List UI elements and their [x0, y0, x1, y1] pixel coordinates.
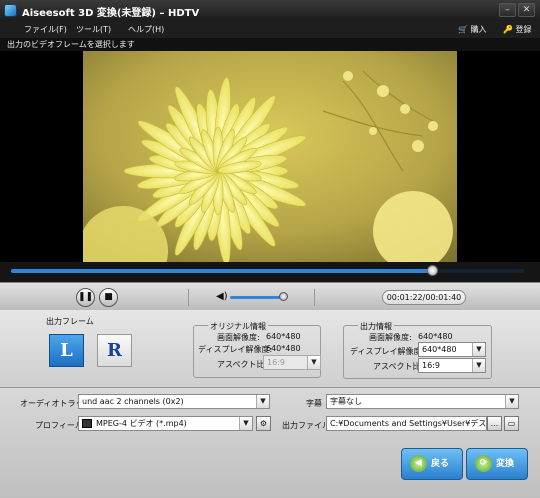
subtitle-value: 字幕なし — [330, 397, 362, 406]
divider — [314, 289, 315, 306]
seek-bar[interactable] — [0, 262, 540, 282]
chevron-down-icon: ▼ — [256, 395, 269, 408]
app-window: Aiseesoft 3D 変換(未登録) – HDTV – ✕ ファイル(F) … — [0, 0, 540, 498]
orig-screen-res-value: 640*480 — [266, 332, 301, 341]
hint-text: 出力のビデオフレームを選択します — [0, 38, 540, 51]
convert-label: 変換 — [496, 459, 515, 469]
subtitle-select[interactable]: 字幕なし ▼ — [326, 394, 519, 409]
output-file-value: C:¥Documents and Settings¥User¥デスクトップ — [330, 419, 487, 428]
menu-tools[interactable]: ツール(T) — [76, 24, 111, 35]
output-info-title: 出力情報 — [358, 321, 394, 332]
orig-aspect-label: アスペクト比: — [217, 360, 268, 369]
chevron-down-icon: ▼ — [472, 343, 485, 356]
back-arrow-icon: ◀ — [410, 455, 427, 472]
back-button[interactable]: ◀ 戻る — [401, 448, 463, 480]
out-aspect-label: アスペクト比: — [373, 362, 424, 371]
open-folder-button[interactable]: ▭ — [504, 416, 519, 431]
flower-preview-image — [83, 51, 457, 262]
volume-slider[interactable] — [230, 296, 286, 299]
volume-handle[interactable] — [279, 292, 288, 301]
convert-icon: ⟳ — [475, 455, 492, 472]
video-format-icon — [82, 419, 92, 428]
left-frame-button[interactable]: L — [49, 334, 84, 367]
profile-value: MPEG-4 ビデオ (*.mp4) — [96, 419, 187, 428]
seek-handle[interactable] — [426, 265, 438, 276]
seek-track[interactable] — [11, 265, 524, 276]
output-file-field[interactable]: C:¥Documents and Settings¥User¥デスクトップ — [326, 416, 487, 431]
folder-icon: ▭ — [507, 419, 516, 428]
menu-help[interactable]: ヘルプ(H) — [128, 24, 164, 35]
divider — [188, 289, 189, 306]
out-aspect-value: 16:9 — [422, 361, 440, 370]
out-screen-res-label: 画面解像度: — [369, 333, 412, 342]
orig-display-res-value: 640*480 — [266, 344, 301, 353]
orig-display-res-label: ディスプレイ解像度: — [198, 345, 273, 354]
minimize-button[interactable]: – — [499, 3, 516, 17]
pause-button[interactable]: ❚❚ — [76, 288, 95, 307]
chevron-down-icon: ▼ — [307, 356, 320, 369]
window-title: Aiseesoft 3D 変換(未登録) – HDTV — [22, 8, 200, 19]
orig-aspect-select: 16:9 ▼ — [263, 355, 321, 370]
time-display: 00:01:22/00:01:40 — [382, 290, 466, 305]
buy-label: 購入 — [470, 25, 487, 34]
gear-icon: ⚙ — [259, 419, 268, 428]
buy-link[interactable]: 🛒 購入 — [458, 24, 487, 35]
chevron-down-icon: ▼ — [505, 395, 518, 408]
video-frame — [83, 51, 457, 262]
key-icon: 🔑 — [503, 25, 513, 34]
orig-screen-res-label: 画面解像度: — [217, 333, 260, 342]
subtitle-label: 字幕 — [306, 399, 322, 408]
close-button[interactable]: ✕ — [518, 3, 535, 17]
out-display-res-select[interactable]: 640*480 ▼ — [418, 342, 486, 357]
stop-button[interactable]: ■ — [99, 288, 118, 307]
menu-bar: ファイル(F) ツール(T) ヘルプ(H) 🛒 購入 🔑 登録 — [0, 21, 540, 38]
out-display-res-value: 640*480 — [422, 345, 457, 354]
volume-icon[interactable]: ◀) — [216, 291, 228, 302]
app-logo-icon — [4, 4, 17, 17]
out-display-res-label: ディスプレイ解像度: — [350, 347, 425, 356]
back-label: 戻る — [431, 459, 450, 469]
original-info-group: オリジナル情報 画面解像度: 640*480 ディスプレイ解像度: 640*48… — [193, 321, 321, 378]
audio-track-value: und aac 2 channels (0x2) — [82, 397, 184, 406]
right-frame-button[interactable]: R — [97, 334, 132, 367]
pause-icon: ❚❚ — [77, 292, 94, 302]
chevron-down-icon: ▼ — [239, 417, 252, 430]
profile-label: プロフィール — [35, 421, 83, 430]
frame-settings-panel: 出力フレーム L R オリジナル情報 画面解像度: 640*480 ディスプレイ… — [0, 310, 540, 387]
output-frame-label: 出力フレーム — [46, 317, 94, 326]
seek-fill — [11, 269, 432, 273]
stop-icon: ■ — [104, 292, 113, 302]
register-label: 登録 — [515, 25, 532, 34]
orig-aspect-value: 16:9 — [267, 358, 285, 367]
browse-button[interactable]: ... — [487, 416, 502, 431]
video-preview-area — [0, 51, 540, 262]
original-info-title: オリジナル情報 — [208, 321, 268, 332]
profile-settings-button[interactable]: ⚙ — [256, 416, 271, 431]
profile-select[interactable]: MPEG-4 ビデオ (*.mp4) ▼ — [78, 416, 253, 431]
register-link[interactable]: 🔑 登録 — [503, 24, 532, 35]
title-bar: Aiseesoft 3D 変換(未登録) – HDTV – ✕ — [0, 0, 540, 21]
playback-controls: ❚❚ ■ ◀) 00:01:22/00:01:40 — [0, 282, 540, 310]
menu-file[interactable]: ファイル(F) — [24, 24, 67, 35]
chevron-down-icon: ▼ — [472, 359, 485, 372]
audio-track-select[interactable]: und aac 2 channels (0x2) ▼ — [78, 394, 270, 409]
cart-icon: 🛒 — [458, 25, 468, 34]
output-info-group: 出力情報 画面解像度: 640*480 ディスプレイ解像度: 640*480 ▼ … — [343, 321, 492, 379]
out-screen-res-value: 640*480 — [418, 332, 453, 341]
conversion-settings: オーディオトラック und aac 2 channels (0x2) ▼ 字幕 字… — [0, 387, 540, 498]
output-file-label: 出力ファイル — [282, 421, 330, 430]
convert-button[interactable]: ⟳ 変換 — [466, 448, 528, 480]
out-aspect-select[interactable]: 16:9 ▼ — [418, 358, 486, 373]
